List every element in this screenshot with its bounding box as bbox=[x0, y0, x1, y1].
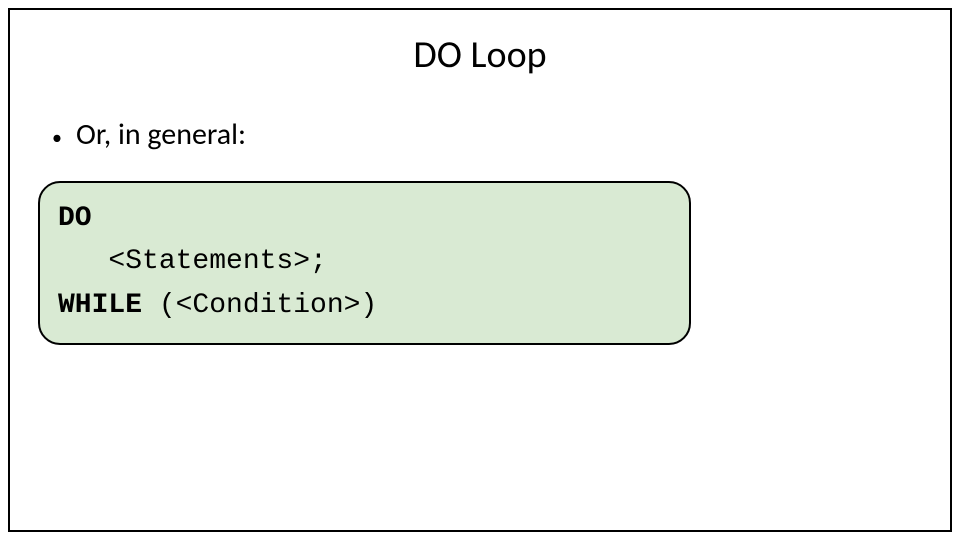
code-line-1: DO bbox=[58, 197, 671, 240]
code-box: DO <Statements>; WHILE (<Condition>) bbox=[38, 181, 691, 345]
code-line-3: WHILE (<Condition>) bbox=[58, 284, 671, 327]
keyword-do: DO bbox=[58, 203, 92, 234]
slide-frame: DO Loop • Or, in general: DO <Statements… bbox=[8, 8, 952, 532]
code-line-2: <Statements>; bbox=[58, 240, 671, 283]
bullet-item: • Or, in general: bbox=[52, 116, 950, 153]
slide-title: DO Loop bbox=[10, 32, 950, 78]
bullet-text: Or, in general: bbox=[76, 116, 246, 153]
keyword-while: WHILE bbox=[58, 290, 142, 321]
code-condition: (<Condition>) bbox=[142, 290, 377, 321]
bullet-list: • Or, in general: bbox=[52, 116, 950, 153]
bullet-dot-icon: • bbox=[52, 128, 62, 148]
